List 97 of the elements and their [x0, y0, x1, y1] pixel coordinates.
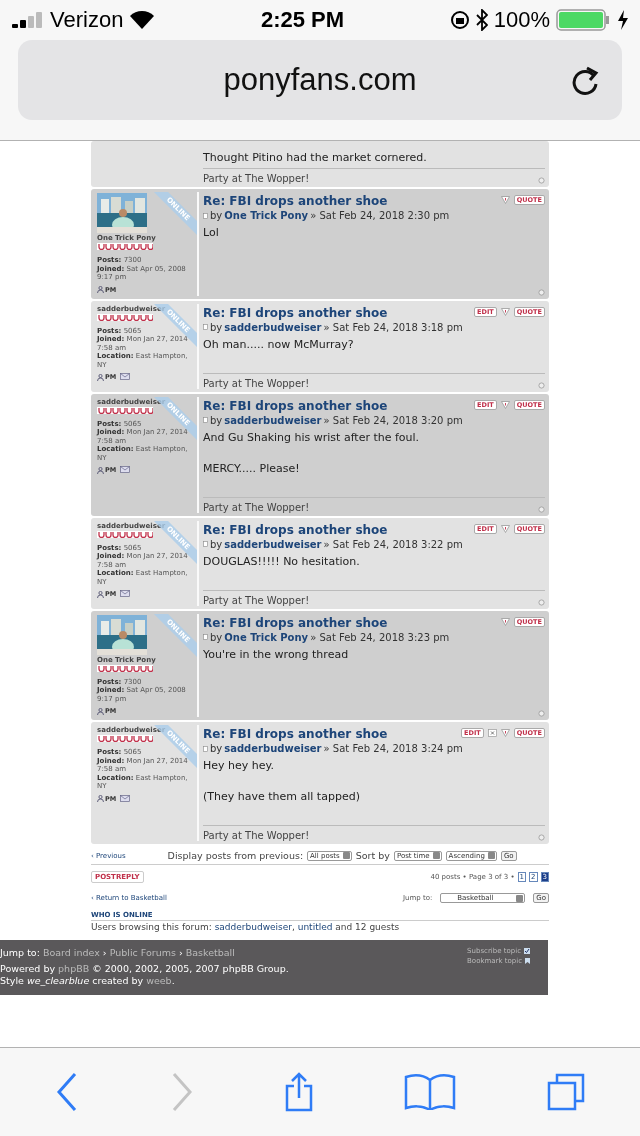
post-icon — [203, 541, 208, 547]
post-title[interactable]: Re: FBI drops another shoe — [203, 522, 388, 537]
display-label: Display posts from previous: — [167, 850, 304, 861]
top-icon[interactable] — [538, 505, 545, 513]
report-icon[interactable] — [500, 524, 510, 533]
signature: Party at The Wopper! — [203, 372, 545, 389]
post-text: Hey hey hey. — [203, 759, 275, 772]
post-text: And Gu Shaking his wrist after the foul. — [203, 430, 421, 444]
post-title[interactable]: Re: FBI drops another shoe — [203, 398, 388, 413]
post-text: Thought Pitino had the market cornered. — [203, 151, 428, 164]
author-link[interactable]: sadderbudweiser — [224, 538, 322, 550]
online-users-text: Users browsing this forum: sadderbudweiser, untitled and 12 guests — [91, 922, 401, 932]
post-title[interactable]: Re: FBI drops another shoe — [203, 305, 388, 320]
reload-icon[interactable] — [570, 64, 600, 96]
post-text: Lol — [203, 226, 220, 239]
top-icon[interactable] — [538, 381, 545, 389]
author-link[interactable]: sadderbudweiser — [224, 414, 322, 426]
breadcrumb: Jump to: Board index › Public Forums › Basketball — [0, 947, 236, 959]
signature: Party at The Wopper! — [203, 496, 545, 513]
email-icon[interactable] — [120, 466, 131, 473]
post-date: » Sat Feb 24, 2018 3:18 pm — [323, 321, 463, 333]
byline-by: by — [210, 414, 223, 426]
signature: Party at The Wopper! — [203, 589, 545, 606]
sort-label: Sort by — [355, 850, 390, 861]
clock: 2:25 PM — [260, 7, 345, 33]
breadcrumb-link[interactable]: Basketball — [185, 947, 235, 958]
report-icon[interactable] — [500, 196, 510, 204]
post-date: » Sat Feb 24, 2018 2:30 pm — [310, 210, 450, 221]
email-icon[interactable] — [120, 373, 131, 380]
post-icon — [203, 212, 208, 219]
user-link[interactable]: untitled — [297, 922, 333, 932]
signal-icon — [12, 12, 44, 28]
post-date: » Sat Feb 24, 2018 3:24 pm — [323, 743, 463, 754]
tabs-icon[interactable] — [546, 1073, 585, 1111]
post-icon — [203, 417, 208, 423]
post-text: MERCY..... Please! — [203, 461, 301, 475]
report-icon[interactable] — [500, 307, 510, 316]
post-text: You're in the wrong thread — [203, 647, 350, 661]
post-text: (They have them all tapped) — [203, 790, 361, 803]
carrier: Verizon — [50, 7, 124, 33]
email-icon[interactable] — [120, 590, 131, 597]
rank-icon — [97, 664, 153, 672]
top-icon[interactable] — [538, 710, 545, 717]
top-icon[interactable] — [538, 598, 545, 606]
share-icon[interactable] — [285, 1072, 313, 1112]
byline-by: by — [210, 743, 223, 754]
author-link[interactable]: sadderbudweiser — [224, 321, 322, 333]
style-credit: Style we_clearblue created by weeb. — [0, 975, 176, 987]
top-icon[interactable] — [538, 834, 545, 841]
author-link[interactable]: sadderbudweiser — [224, 743, 322, 754]
top-icon[interactable] — [538, 177, 545, 184]
rank-icon — [97, 530, 153, 538]
byline-by: by — [210, 631, 223, 643]
post-title[interactable]: Re: FBI drops another shoe — [203, 727, 388, 741]
bluetooth-icon — [475, 9, 488, 31]
author-link[interactable]: One Trick Pony — [224, 210, 309, 221]
checkbox-icon[interactable] — [524, 948, 530, 954]
breadcrumb-link[interactable]: Public Forums — [109, 947, 176, 958]
rank-icon — [97, 313, 153, 321]
wifi-icon — [129, 11, 156, 29]
top-icon[interactable] — [538, 288, 545, 296]
bookmarks-icon[interactable] — [403, 1074, 456, 1110]
user-link[interactable]: sadderbudweiser — [214, 922, 292, 932]
email-icon[interactable] — [120, 794, 131, 802]
rank-icon — [97, 406, 153, 414]
post-icon — [203, 634, 208, 640]
post-text: Oh man..... now McMurray? — [203, 337, 355, 351]
bookmark-icon[interactable] — [525, 958, 530, 964]
copyright-text: Powered by phpBB © 2000, 2002, 2005, 2007 phpBB Group. — [0, 963, 289, 975]
report-icon[interactable] — [500, 617, 510, 626]
post-date: » Sat Feb 24, 2018 3:20 pm — [323, 414, 463, 426]
post-title[interactable]: Re: FBI drops another shoe — [203, 615, 388, 630]
charging-icon — [618, 10, 628, 30]
phpbb-link[interactable]: phpBB — [58, 963, 90, 974]
post-title[interactable]: Re: FBI drops another shoe — [203, 194, 388, 208]
report-icon[interactable] — [500, 400, 510, 409]
delete-icon[interactable] — [487, 729, 497, 737]
author-link[interactable]: One Trick Pony — [224, 631, 309, 643]
byline-by: by — [210, 321, 223, 333]
signature: Party at The Wopper! — [203, 168, 545, 184]
byline-by: by — [210, 538, 223, 550]
post-text: DOUGLAS!!!!! No hesitation. — [203, 554, 361, 568]
rank-icon — [97, 243, 153, 250]
report-icon[interactable] — [500, 729, 510, 737]
rank-icon — [97, 735, 153, 742]
battery-percent: 100% — [493, 7, 550, 33]
byline-by: by — [210, 210, 223, 221]
breadcrumb-link[interactable]: Board index — [42, 947, 100, 958]
post-icon — [203, 324, 208, 330]
address-bar[interactable]: ponyfans.com — [18, 40, 622, 120]
post-date: » Sat Feb 24, 2018 3:22 pm — [323, 538, 463, 550]
post-icon — [203, 745, 208, 752]
rotation-lock-icon — [449, 10, 470, 30]
signature: Party at The Wopper! — [203, 825, 545, 841]
battery-icon — [556, 9, 612, 31]
author-link[interactable]: weeb — [146, 975, 172, 986]
post-date: » Sat Feb 24, 2018 3:23 pm — [310, 631, 450, 643]
